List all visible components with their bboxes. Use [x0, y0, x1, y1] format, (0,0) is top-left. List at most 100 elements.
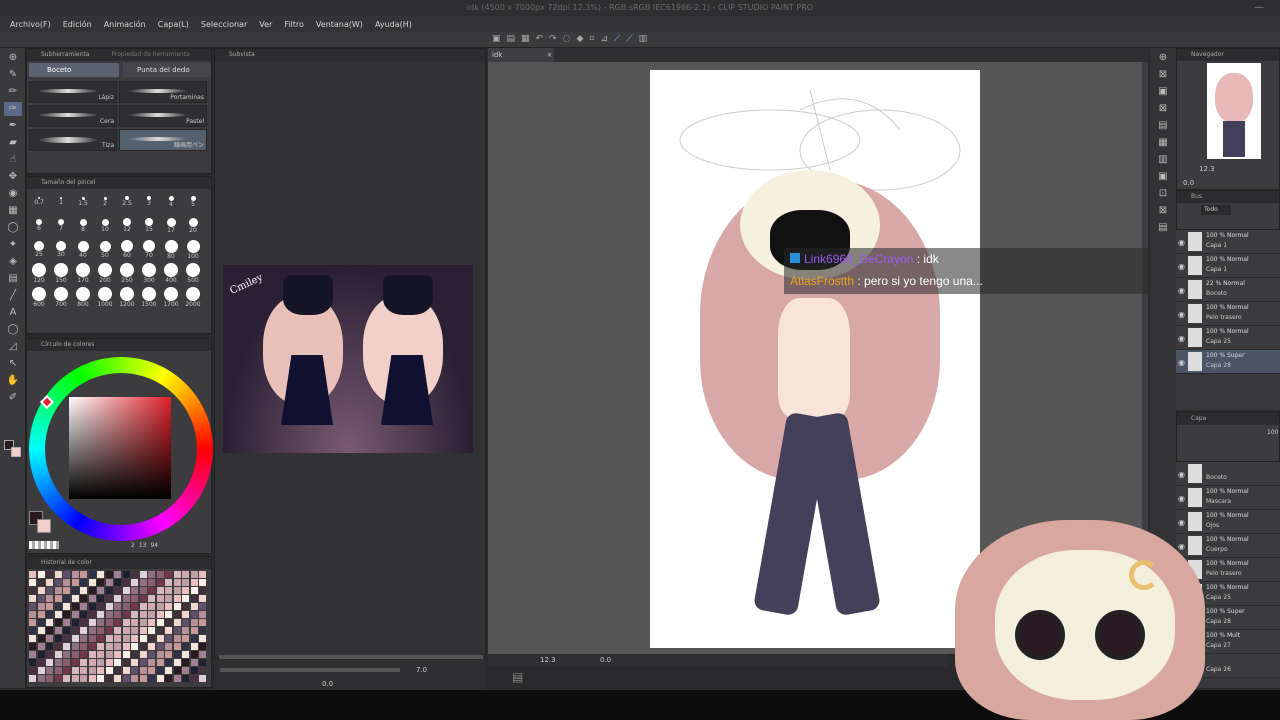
color-history-swatch[interactable]: [88, 619, 96, 626]
color-history-swatch[interactable]: [88, 611, 96, 618]
color-history-swatch[interactable]: [54, 595, 62, 602]
color-history-swatch[interactable]: [63, 611, 70, 618]
color-history-swatch[interactable]: [105, 587, 113, 594]
panel-icon-9[interactable]: ⊠: [1154, 204, 1172, 218]
color-history-swatch[interactable]: [182, 611, 189, 618]
color-history-swatch[interactable]: [131, 587, 138, 594]
color-history-swatch[interactable]: [88, 667, 96, 674]
color-history-swatch[interactable]: [29, 643, 36, 650]
color-history-swatch[interactable]: [156, 587, 164, 594]
color-history-swatch[interactable]: [165, 603, 172, 610]
color-history-swatch[interactable]: [37, 571, 45, 578]
color-history-swatch[interactable]: [156, 667, 164, 674]
color-history-swatch[interactable]: [165, 571, 172, 578]
color-history-swatch[interactable]: [173, 651, 181, 658]
color-history-swatch[interactable]: [139, 579, 147, 586]
color-history-swatch[interactable]: [165, 659, 172, 666]
color-history-swatch[interactable]: [139, 595, 147, 602]
color-history-swatch[interactable]: [80, 643, 87, 650]
color-history-swatch[interactable]: [97, 587, 104, 594]
color-history-swatch[interactable]: [63, 651, 70, 658]
color-history-swatch[interactable]: [29, 619, 36, 626]
color-history-swatch[interactable]: [54, 635, 62, 642]
color-history-swatch[interactable]: [122, 579, 130, 586]
brush-size-cell[interactable]: 80: [161, 239, 181, 261]
color-history-swatch[interactable]: [29, 651, 36, 658]
brush-size-cell[interactable]: 1.5: [73, 191, 93, 213]
color-history-swatch[interactable]: [37, 675, 45, 682]
color-history-swatch[interactable]: [131, 571, 138, 578]
select-icon[interactable]: ◌: [563, 34, 571, 44]
color-history-swatch[interactable]: [97, 571, 104, 578]
color-history-swatch[interactable]: [71, 675, 79, 682]
color-history-swatch[interactable]: [139, 675, 147, 682]
color-history-swatch[interactable]: [131, 619, 138, 626]
color-history-swatch[interactable]: [37, 659, 45, 666]
color-history-swatch[interactable]: [148, 627, 155, 634]
pen-tool-icon[interactable]: ✎: [4, 68, 22, 82]
color-history-swatch[interactable]: [71, 635, 79, 642]
close-tab-icon[interactable]: ×: [546, 51, 552, 59]
color-history-swatch[interactable]: [105, 635, 113, 642]
color-history-swatch[interactable]: [54, 643, 62, 650]
color-history-swatch[interactable]: [165, 643, 172, 650]
color-history-swatch[interactable]: [63, 579, 70, 586]
color-history-swatch[interactable]: [63, 595, 70, 602]
layer-filter-select[interactable]: Todo: [1201, 205, 1231, 215]
layer-visibility-icon[interactable]: ◉: [1178, 358, 1185, 367]
color-history-swatch[interactable]: [122, 603, 130, 610]
color-history-swatch[interactable]: [139, 571, 147, 578]
layer-row[interactable]: ◉ 100 % Normal Pelo trasero: [1176, 302, 1280, 326]
color-history-swatch[interactable]: [105, 643, 113, 650]
color-history-swatch[interactable]: [105, 627, 113, 634]
layer-row[interactable]: ◉ 22 % Normal Boceto: [1176, 278, 1280, 302]
brush-size-cell[interactable]: 4: [161, 191, 181, 213]
subview-scrollbar[interactable]: [219, 655, 483, 659]
marker-tool-icon[interactable]: ✒: [4, 119, 22, 133]
color-history-swatch[interactable]: [29, 627, 36, 634]
color-history-swatch[interactable]: [173, 571, 181, 578]
color-history-swatch[interactable]: [122, 675, 130, 682]
pencil-tool-icon[interactable]: ✏: [4, 85, 22, 99]
brush-size-cell[interactable]: 600: [29, 287, 49, 309]
brush-size-cell[interactable]: 25: [29, 239, 49, 261]
color-history-swatch[interactable]: [190, 611, 198, 618]
panel-icon-3[interactable]: ⊠: [1154, 102, 1172, 116]
color-history-swatch[interactable]: [156, 651, 164, 658]
color-history-swatch[interactable]: [182, 579, 189, 586]
color-history-swatch[interactable]: [122, 659, 130, 666]
color-history-swatch[interactable]: [199, 571, 206, 578]
color-history-swatch[interactable]: [199, 627, 206, 634]
color-history-swatch[interactable]: [88, 651, 96, 658]
color-history-swatch[interactable]: [139, 627, 147, 634]
color-history-swatch[interactable]: [156, 643, 164, 650]
color-history-swatch[interactable]: [63, 571, 70, 578]
grid-icon[interactable]: ▥: [639, 34, 648, 44]
color-history-swatch[interactable]: [80, 667, 87, 674]
color-history-swatch[interactable]: [63, 643, 70, 650]
color-history-swatch[interactable]: [131, 643, 138, 650]
color-history-swatch[interactable]: [182, 675, 189, 682]
color-history-swatch[interactable]: [165, 627, 172, 634]
color-history-swatch[interactable]: [173, 595, 181, 602]
color-history-swatch[interactable]: [131, 635, 138, 642]
tab-tool-property[interactable]: Propiedad de herramienta: [111, 51, 189, 58]
color-history-swatch[interactable]: [199, 611, 206, 618]
color-history-swatch[interactable]: [139, 643, 147, 650]
color-history-swatch[interactable]: [54, 603, 62, 610]
color-history-swatch[interactable]: [88, 635, 96, 642]
color-history-swatch[interactable]: [46, 643, 53, 650]
menu-ventana[interactable]: Ventana(W): [316, 20, 363, 29]
navigator-preview[interactable]: [1207, 63, 1261, 159]
color-history-swatch[interactable]: [139, 611, 147, 618]
brush-size-cell[interactable]: 2000: [183, 287, 203, 309]
search-icon[interactable]: ⊕: [1154, 51, 1172, 65]
brush-size-cell[interactable]: 17: [161, 215, 181, 237]
color-history-swatch[interactable]: [165, 579, 172, 586]
color-history-swatch[interactable]: [105, 667, 113, 674]
color-history-swatch[interactable]: [199, 643, 206, 650]
color-history-swatch[interactable]: [46, 659, 53, 666]
color-history-swatch[interactable]: [97, 579, 104, 586]
color-history-swatch[interactable]: [29, 675, 36, 682]
color-history-swatch[interactable]: [46, 627, 53, 634]
